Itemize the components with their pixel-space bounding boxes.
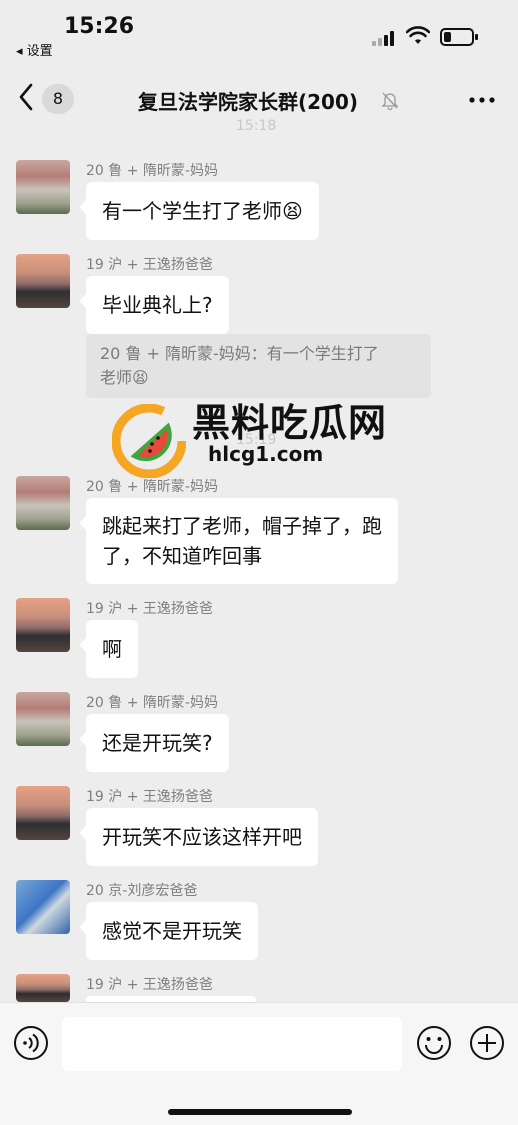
quote-line: 20 鲁 + 隋昕蒙-妈妈：有一个学生打了 (100, 344, 379, 363)
message-bubble[interactable]: 啊 (79, 620, 138, 678)
back-to-settings-link[interactable]: ◂ 设置 (16, 40, 53, 59)
unread-count-badge[interactable]: 8 (42, 84, 74, 114)
message-bubble[interactable]: 有一个学生打了老师😫 (79, 182, 319, 240)
sender-name: 20 京-刘彦宏爸爸 (86, 883, 198, 899)
sender-name: 19 沪 + 王逸扬爸爸 (86, 257, 213, 273)
sender-name: 20 鲁 + 隋昕蒙-妈妈 (86, 163, 218, 179)
chat-input-bar (0, 1002, 518, 1125)
signal-icon (372, 30, 398, 46)
status-time: 15:26 (64, 14, 135, 39)
battery-icon (440, 28, 478, 46)
message-line: 了，不知道咋回事 (102, 544, 262, 568)
bell-slash-icon (381, 92, 399, 110)
message-input[interactable] (62, 1017, 402, 1071)
message-line: 跳起来打了老师，帽子掉了，跑 (102, 514, 382, 538)
avatar[interactable] (16, 692, 70, 746)
sender-name: 20 鲁 + 隋昕蒙-妈妈 (86, 695, 218, 711)
chat-title: 复旦法学院家长群(200) (138, 90, 359, 114)
watermark-title: 黑料吃瓜网 (192, 401, 388, 445)
avatar[interactable] (16, 160, 70, 214)
emoji-icon[interactable] (416, 1025, 452, 1061)
avatar[interactable] (16, 786, 70, 840)
sender-name: 20 鲁 + 隋昕蒙-妈妈 (86, 479, 218, 495)
plus-icon[interactable] (469, 1025, 505, 1061)
avatar[interactable] (16, 254, 70, 308)
home-indicator (168, 1109, 352, 1115)
wifi-icon (406, 26, 430, 44)
voice-icon[interactable] (13, 1025, 49, 1061)
message-bubble[interactable]: 感觉不是开玩笑 (79, 902, 258, 960)
message-bubble[interactable]: 开玩笑不应该这样开吧 (79, 808, 318, 866)
avatar[interactable] (16, 598, 70, 652)
timestamp: 15:18 (236, 118, 277, 134)
message-bubble[interactable]: 还是开玩笑? (79, 714, 229, 772)
sender-name: 19 沪 + 王逸扬爸爸 (86, 601, 213, 617)
sender-name: 19 沪 + 王逸扬爸爸 (86, 789, 213, 805)
watermelon-logo-icon (112, 404, 186, 478)
sender-name: 19 沪 + 王逸扬爸爸 (86, 977, 213, 993)
watermark: 黑料吃瓜网 hlcg1.com (112, 388, 412, 478)
quote-line: 老师😫 (100, 368, 149, 387)
status-bar: 15:26 ◂ 设置 (0, 0, 518, 62)
watermark-url: hlcg1.com (208, 442, 324, 466)
back-chevron-icon[interactable] (16, 80, 36, 114)
avatar[interactable] (16, 476, 70, 530)
avatar[interactable] (16, 880, 70, 934)
message-bubble[interactable]: 毕业典礼上? (79, 276, 229, 334)
message-bubble[interactable]: 跳起来打了老师，帽子掉了，跑 了，不知道咋回事 (79, 498, 398, 584)
avatar[interactable] (16, 974, 70, 1002)
ellipsis-icon[interactable] (468, 96, 496, 104)
